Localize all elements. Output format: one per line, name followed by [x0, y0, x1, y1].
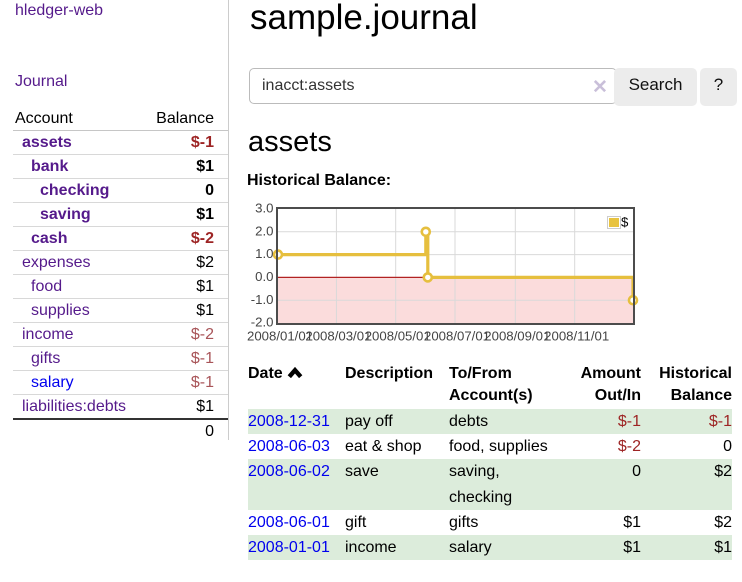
- svg-text:2008/07/01: 2008/07/01: [424, 329, 490, 344]
- svg-text:$: $: [621, 215, 629, 230]
- svg-text:2.0: 2.0: [255, 223, 273, 238]
- svg-text:-2.0: -2.0: [251, 315, 274, 330]
- svg-text:0.0: 0.0: [255, 269, 273, 284]
- svg-text:2008/03/01: 2008/03/01: [305, 329, 371, 344]
- svg-text:2008/09/01: 2008/09/01: [484, 329, 550, 344]
- svg-text:1.0: 1.0: [255, 246, 273, 261]
- svg-text:-1.0: -1.0: [251, 292, 274, 307]
- svg-text:3.0: 3.0: [255, 201, 273, 216]
- svg-text:2008/05/01: 2008/05/01: [365, 329, 431, 344]
- svg-text:2008/01/01: 2008/01/01: [247, 329, 313, 344]
- svg-text:2008/11/01: 2008/11/01: [544, 329, 609, 344]
